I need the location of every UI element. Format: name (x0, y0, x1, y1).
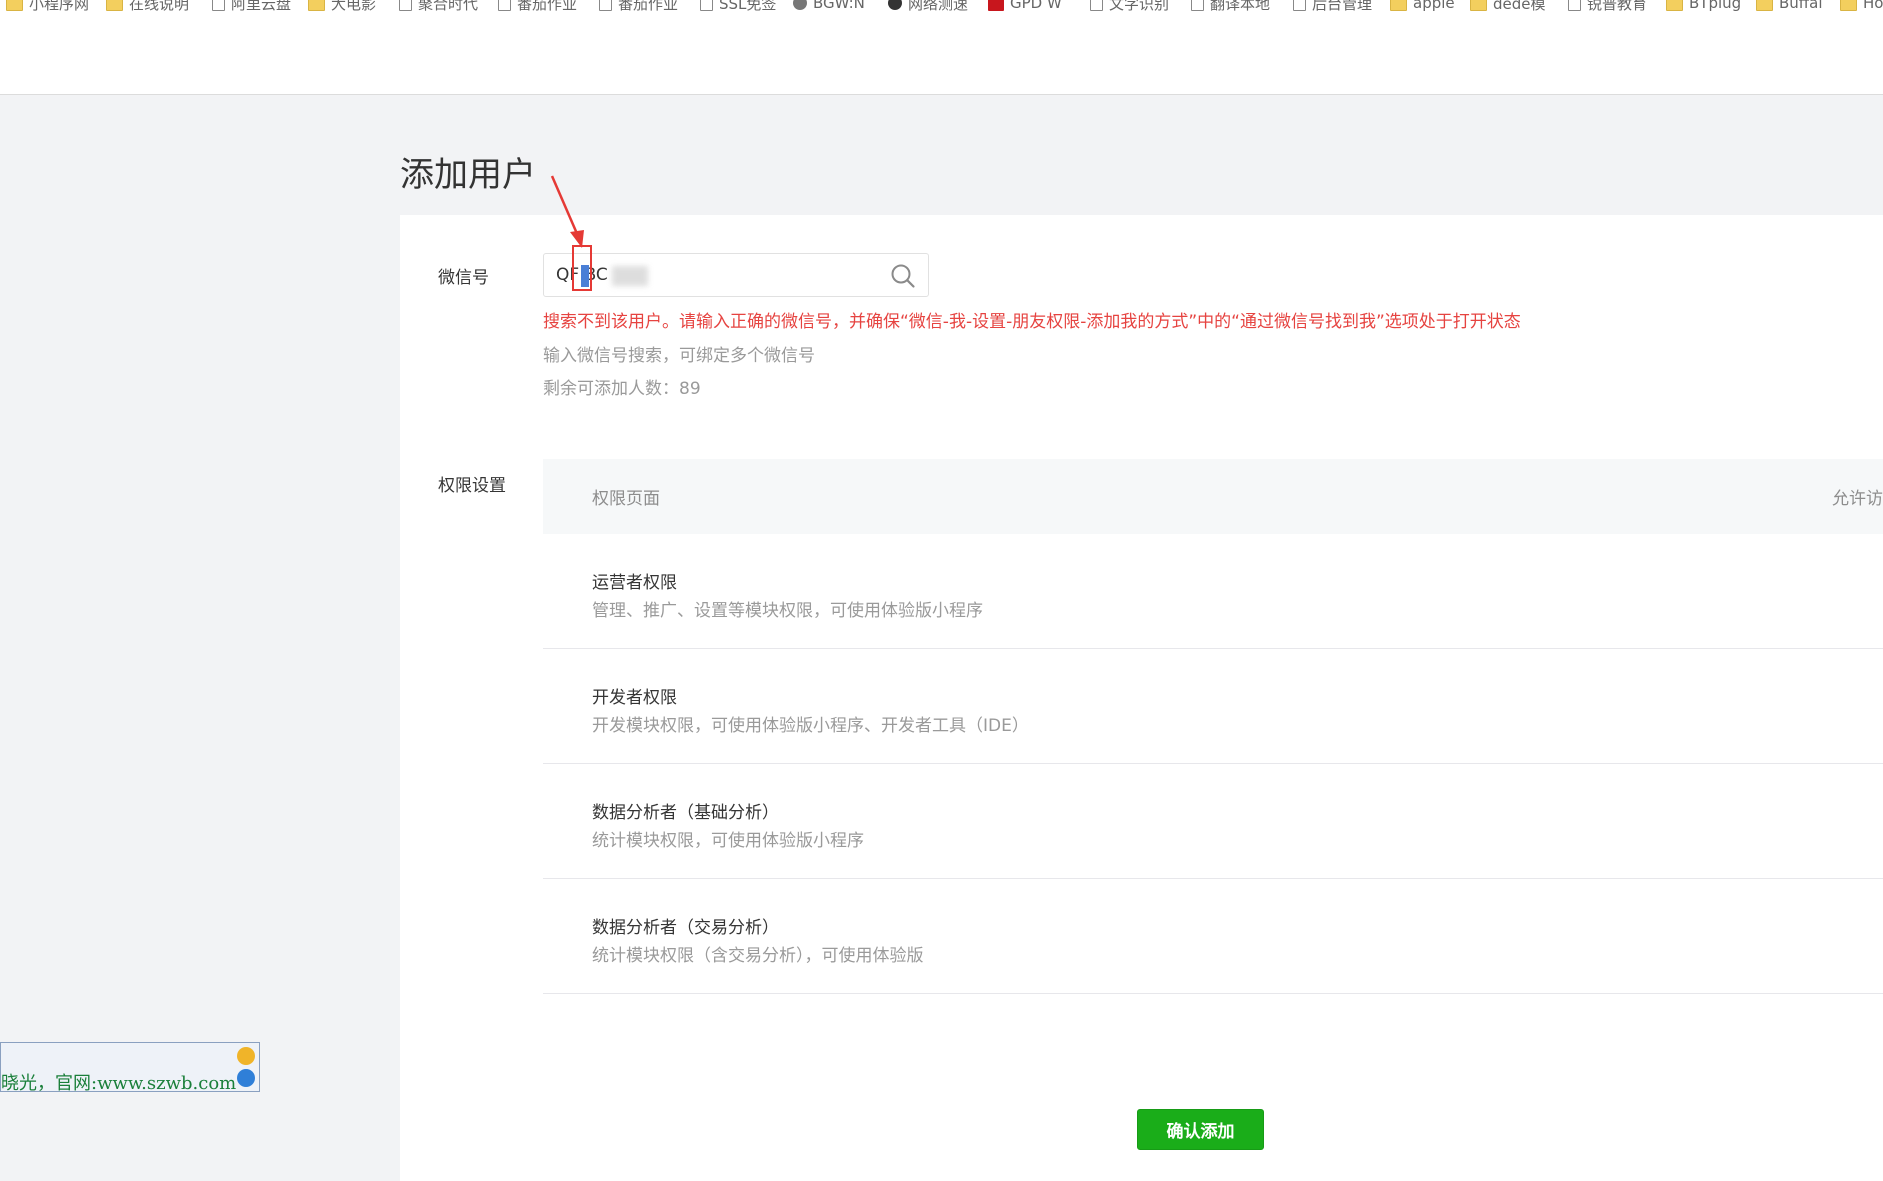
page-icon (1090, 0, 1103, 11)
folder-icon (1666, 0, 1683, 11)
folder-icon (1390, 0, 1407, 11)
permission-desc: 统计模块权限（含交易分析），可使用体验版 (592, 946, 924, 966)
bookmark-item[interactable]: BTplug (1666, 0, 1741, 12)
permission-desc: 管理、推广、设置等模块权限，可使用体验版小程序 (592, 601, 983, 621)
bookmark-item[interactable]: 番茄作业 (599, 0, 678, 13)
bookmark-item[interactable]: BGW:N (793, 0, 865, 12)
remaining-count: 剩余可添加人数：89 (543, 379, 701, 399)
page-icon (1293, 0, 1306, 11)
annotation-highlight-box (572, 245, 592, 291)
bookmark-item[interactable]: 聚合时代 (399, 0, 478, 13)
permission-row-developer[interactable]: 开发者权限 开发模块权限，可使用体验版小程序、开发者工具（IDE） (543, 649, 1883, 764)
page-icon (212, 0, 225, 11)
bookmark-item[interactable]: 小程序网 (6, 0, 89, 13)
permissions-table: 权限页面 允许访 运营者权限 管理、推广、设置等模块权限，可使用体验版小程序 开… (543, 459, 1883, 994)
ie-browser-icon[interactable] (237, 1069, 255, 1087)
bookmark-item[interactable]: 阿里云盘 (212, 0, 291, 13)
permission-desc: 开发模块权限，可使用体验版小程序、开发者工具（IDE） (592, 716, 1029, 736)
search-icon[interactable] (890, 263, 916, 289)
bookmark-item[interactable]: 文字识别 (1090, 0, 1169, 13)
bookmark-item[interactable]: 翻译本地 (1191, 0, 1270, 13)
column-header-allow: 允许访 (1832, 489, 1883, 509)
folder-icon (1756, 0, 1773, 11)
folder-icon (1470, 0, 1487, 11)
bookmark-item[interactable]: apple (1390, 0, 1455, 12)
annotation-arrow-icon (550, 175, 584, 248)
page-icon (700, 0, 713, 11)
search-error-message: 搜索不到该用户。请输入正确的微信号，并确保“微信-我-设置-朋友权限-添加我的方… (543, 312, 1521, 332)
bookmark-item[interactable]: GPD W (988, 0, 1062, 12)
permission-title: 开发者权限 (592, 688, 677, 708)
column-header-page: 权限页面 (592, 489, 660, 509)
wechat-search-input[interactable] (556, 262, 856, 288)
top-header (0, 14, 1883, 95)
permission-title: 数据分析者（交易分析） (592, 918, 779, 938)
page-icon (399, 0, 412, 11)
bookmark-item[interactable]: Ho (1840, 0, 1883, 12)
permission-title: 数据分析者（基础分析） (592, 803, 779, 823)
page-icon (498, 0, 511, 11)
permission-desc: 统计模块权限，可使用体验版小程序 (592, 831, 864, 851)
bookmark-item[interactable]: 大电影 (308, 0, 376, 13)
bookmark-item[interactable]: 锐普教育 (1568, 0, 1647, 13)
folder-icon (6, 0, 23, 11)
permissions-label: 权限设置 (438, 476, 506, 496)
page-title: 添加用户 (400, 155, 536, 195)
bookmark-item[interactable]: dede模 (1470, 0, 1546, 13)
ime-text: 晓光，官网:www.szwb.com (1, 1073, 237, 1094)
wechat-search-box[interactable] (543, 253, 929, 297)
permission-row-analyst-trade[interactable]: 数据分析者（交易分析） 统计模块权限（含交易分析），可使用体验版 (543, 879, 1883, 994)
page-icon (599, 0, 612, 11)
bookmark-item[interactable]: 网络测速 (888, 0, 968, 13)
page-icon (1568, 0, 1581, 11)
bookmark-item[interactable]: Buffal (1756, 0, 1823, 12)
page-icon (1191, 0, 1204, 11)
confirm-add-button[interactable]: 确认添加 (1137, 1109, 1264, 1150)
folder-icon (308, 0, 325, 11)
bookmark-item[interactable]: 后台管理 (1293, 0, 1372, 13)
globe-icon (888, 0, 902, 10)
permission-row-analyst-basic[interactable]: 数据分析者（基础分析） 统计模块权限，可使用体验版小程序 (543, 764, 1883, 879)
redacted-text (612, 266, 648, 286)
folder-icon (1840, 0, 1857, 11)
permission-row-operator[interactable]: 运营者权限 管理、推广、设置等模块权限，可使用体验版小程序 (543, 534, 1883, 649)
bookmark-item[interactable]: 在线说明 (106, 0, 189, 13)
permission-title: 运营者权限 (592, 573, 677, 593)
jd-icon (988, 0, 1004, 11)
add-user-card: 微信号 搜索不到该用户。请输入正确的微信号，并确保“微信-我-设置-朋友权限-添… (400, 215, 1883, 1181)
wechat-label: 微信号 (438, 268, 489, 288)
ime-settings-icon[interactable] (237, 1047, 255, 1065)
bookmarks-bar: 小程序网 在线说明 阿里云盘 大电影 聚合时代 番茄作业 番茄作业 SSL免签 … (0, 0, 1883, 14)
permissions-table-header: 权限页面 允许访 (543, 459, 1883, 534)
wechat-help-text: 输入微信号搜索，可绑定多个微信号 (543, 346, 815, 366)
bookmark-item[interactable]: SSL免签 (700, 0, 776, 13)
gear-icon (793, 0, 807, 10)
bookmark-item[interactable]: 番茄作业 (498, 0, 577, 13)
ime-toolbar[interactable]: 晓光，官网:www.szwb.com (0, 1042, 260, 1094)
folder-icon (106, 0, 123, 11)
